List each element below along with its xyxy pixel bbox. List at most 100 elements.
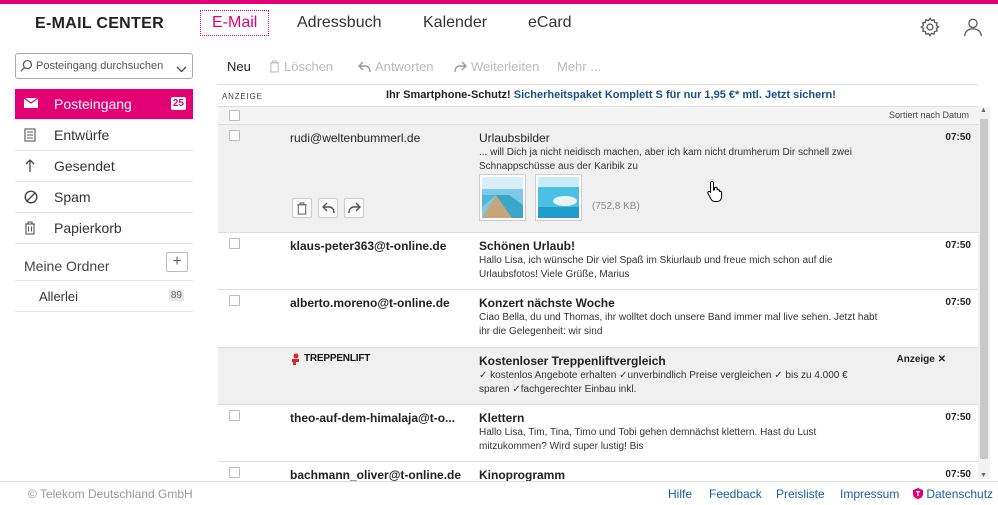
message-time: 07:50	[945, 132, 971, 143]
folder-allerlei[interactable]: Allerlei 89	[15, 281, 193, 312]
unread-count-badge: 25	[170, 97, 186, 110]
list-header: Sortiert nach Datum	[218, 107, 978, 125]
footer-link-hilfe[interactable]: Hilfe	[668, 487, 692, 501]
forward-button[interactable]: Weiterleiten	[454, 59, 539, 74]
app-title: E-MAIL CENTER	[35, 15, 164, 32]
message-row[interactable]: klaus-peter363@t-online.de Schönen Urlau…	[218, 233, 978, 290]
footer-link-impressum[interactable]: Impressum	[840, 487, 899, 501]
attachment-thumbnail[interactable]	[535, 174, 582, 221]
folder-spam[interactable]: Spam	[15, 182, 193, 213]
folder-label: Entwürfe	[54, 127, 110, 143]
add-folder-button[interactable]: +	[166, 252, 188, 272]
arrow-up-icon	[24, 159, 38, 173]
reply-icon	[358, 61, 371, 73]
message-preview: Hallo Lisa, ich wünsche Dir viel Spaß im…	[479, 255, 833, 280]
message-row[interactable]: bachmann_oliver@t-online.de Kinoprogramm…	[218, 462, 978, 481]
trash-icon	[297, 202, 307, 215]
message-preview: ✓ kostenlos Angebote erhalten ✓unverbind…	[479, 370, 848, 395]
new-button[interactable]: Neu	[227, 59, 251, 74]
folder-gesendet[interactable]: Gesendet	[15, 151, 193, 182]
message-subject: Kinoprogramm	[479, 468, 566, 481]
folder-label: Posteingang	[54, 96, 132, 112]
trash-icon	[269, 60, 280, 73]
row-checkbox[interactable]	[229, 238, 240, 249]
ad-link: Sicherheitspaket Komplett S für nur 1,95…	[513, 89, 836, 101]
ad-close-label[interactable]: Anzeige ✕	[897, 354, 947, 365]
my-folders-heading: Meine Ordner	[24, 258, 110, 274]
message-sender: alberto.moreno@t-online.de	[290, 296, 450, 310]
telekom-shield-icon	[913, 488, 923, 499]
attachment-thumbnail[interactable]	[479, 174, 526, 221]
envelope-icon	[23, 97, 39, 111]
search-icon	[20, 59, 33, 75]
message-subject: Kostenloser Treppenliftvergleich	[479, 354, 666, 368]
footer-link-feedback[interactable]: Feedback	[709, 487, 762, 501]
search-input[interactable]	[36, 58, 168, 74]
user-icon[interactable]	[962, 16, 986, 40]
folder-posteingang[interactable]: Posteingang 25	[15, 89, 193, 120]
message-time: 07:50	[945, 412, 971, 423]
message-row[interactable]: alberto.moreno@t-online.de Konzert nächs…	[218, 290, 978, 348]
toolbar-divider	[218, 84, 978, 85]
search-box[interactable]	[15, 53, 193, 79]
message-preview: Hallo Lisa, Tim, Tina, Timo und Tobi geh…	[479, 427, 817, 452]
tab-adressbuch[interactable]: Adressbuch	[297, 14, 382, 32]
footer-link-preisliste[interactable]: Preisliste	[776, 487, 825, 501]
folder-papierkorb[interactable]: Papierkorb	[15, 213, 193, 244]
ad-text[interactable]: Ihr Smartphone-Schutz! Sicherheitspaket …	[386, 89, 836, 101]
message-sender: rudi@weltenbummerl.de	[290, 131, 421, 145]
tab-ecard[interactable]: eCard	[528, 14, 572, 32]
sort-label[interactable]: Sortiert nach Datum	[889, 110, 969, 120]
app-header: E-MAIL CENTER E-Mail Adressbuch Kalender…	[0, 4, 998, 44]
message-time: 07:50	[945, 240, 971, 251]
footer-link-datenschutz[interactable]: Datenschutz	[913, 487, 993, 501]
row-delete-button[interactable]	[292, 198, 312, 218]
message-time: 07:50	[945, 297, 971, 308]
forward-icon	[454, 61, 467, 73]
row-checkbox[interactable]	[229, 410, 240, 421]
ad-banner[interactable]: ANZEIGE Ihr Smartphone-Schutz! Sicherhei…	[218, 86, 978, 107]
folder-label: Papierkorb	[54, 220, 122, 236]
tab-kalender[interactable]: Kalender	[423, 14, 487, 32]
ad-message-row[interactable]: TREPPENLIFT Kostenloser Treppenliftvergl…	[218, 348, 978, 405]
reply-icon	[322, 202, 335, 214]
message-preview: ... will Dich ja nicht neidisch machen, …	[479, 147, 852, 172]
my-folders-section: Meine Ordner +	[15, 249, 193, 281]
page-footer: © Telekom Deutschland GmbH Hilfe Feedbac…	[0, 481, 998, 505]
row-reply-button[interactable]	[318, 198, 338, 218]
message-row[interactable]: theo-auf-dem-himalaja@t-o... Klettern Ha…	[218, 405, 978, 462]
folder-count: 89	[168, 290, 184, 301]
row-checkbox[interactable]	[229, 295, 240, 306]
forward-icon	[348, 202, 361, 214]
tab-email[interactable]: E-Mail	[200, 10, 270, 36]
row-checkbox[interactable]	[229, 130, 240, 141]
select-all-checkbox[interactable]	[229, 110, 240, 121]
message-row[interactable]: rudi@weltenbummerl.de Urlaubsbilder ... …	[218, 125, 978, 233]
chevron-down-icon[interactable]	[176, 62, 187, 76]
message-list-scrollbar[interactable]: ▲ ▼	[978, 107, 990, 479]
copyright-text: © Telekom Deutschland GmbH	[28, 487, 193, 501]
row-forward-button[interactable]	[344, 198, 364, 218]
message-subject: Urlaubsbilder	[479, 131, 550, 145]
trash-icon	[24, 221, 38, 235]
more-button[interactable]: Mehr ...	[557, 59, 601, 74]
folder-entwuerfe[interactable]: Entwürfe	[15, 120, 193, 151]
message-subject: Schönen Urlaub!	[479, 239, 576, 253]
scroll-up-arrow[interactable]: ▲	[980, 107, 987, 114]
ad-tag: ANZEIGE	[222, 92, 263, 101]
attachment-size: (752,8 KB)	[592, 201, 640, 212]
gear-icon[interactable]	[919, 16, 943, 40]
scroll-down-arrow[interactable]: ▼	[980, 472, 987, 479]
message-subject: Konzert nächste Woche	[479, 296, 615, 310]
hand-cursor-icon	[706, 180, 724, 205]
folder-label: Spam	[54, 189, 91, 205]
ban-icon	[24, 190, 38, 204]
reply-button[interactable]: Antworten	[358, 59, 434, 74]
message-subject: Klettern	[479, 411, 525, 425]
folder-label: Gesendet	[54, 158, 115, 174]
message-sender: theo-auf-dem-himalaja@t-o...	[290, 411, 456, 425]
delete-button[interactable]: Löschen	[269, 59, 333, 74]
row-checkbox[interactable]	[229, 467, 240, 478]
scrollbar-thumb[interactable]	[980, 119, 988, 459]
draft-icon	[24, 128, 38, 142]
